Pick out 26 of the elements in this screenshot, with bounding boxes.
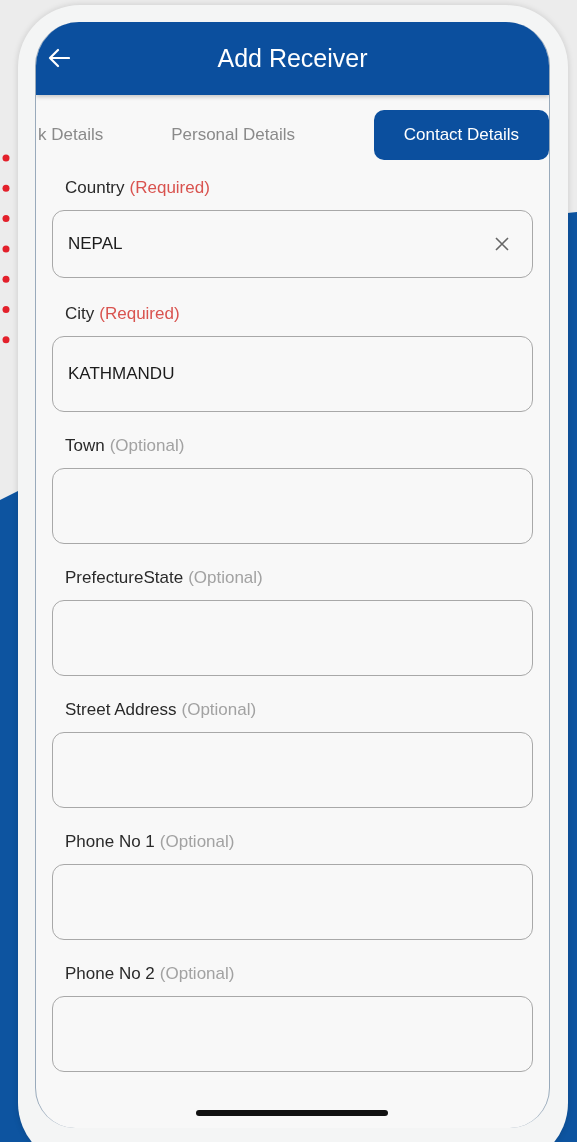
field-qualifier: (Required) — [129, 178, 210, 198]
input-field[interactable]: NEPAL — [52, 210, 533, 278]
field-label: PrefectureState — [65, 568, 184, 588]
input-field[interactable] — [52, 732, 533, 808]
back-arrow-icon — [48, 48, 70, 68]
field-label: Street Address — [65, 700, 177, 720]
input-field[interactable] — [52, 864, 533, 940]
screen-title: Add Receiver — [217, 44, 368, 73]
field-qualifier: (Optional) — [181, 700, 257, 720]
input-field[interactable] — [52, 996, 533, 1072]
input-field[interactable] — [52, 468, 533, 544]
field-qualifier: (Optional) — [159, 964, 235, 984]
field-qualifier: (Optional) — [188, 568, 263, 588]
field-qualifier: (Optional) — [109, 436, 185, 456]
field-label: City — [65, 304, 95, 324]
input-field[interactable] — [52, 600, 533, 676]
field-label: Country — [65, 178, 125, 198]
field-label: Phone No 2 — [65, 964, 155, 984]
clear-icon[interactable] — [495, 237, 509, 251]
tab[interactable]: Contact Details — [373, 110, 549, 160]
field-qualifier: (Required) — [99, 304, 180, 324]
field-label: Phone No 1 — [65, 832, 155, 852]
back-button[interactable] — [48, 48, 70, 68]
field-qualifier: (Optional) — [159, 832, 235, 852]
field-label: Town — [65, 436, 105, 456]
input-field[interactable]: KATHMANDU — [52, 336, 533, 412]
